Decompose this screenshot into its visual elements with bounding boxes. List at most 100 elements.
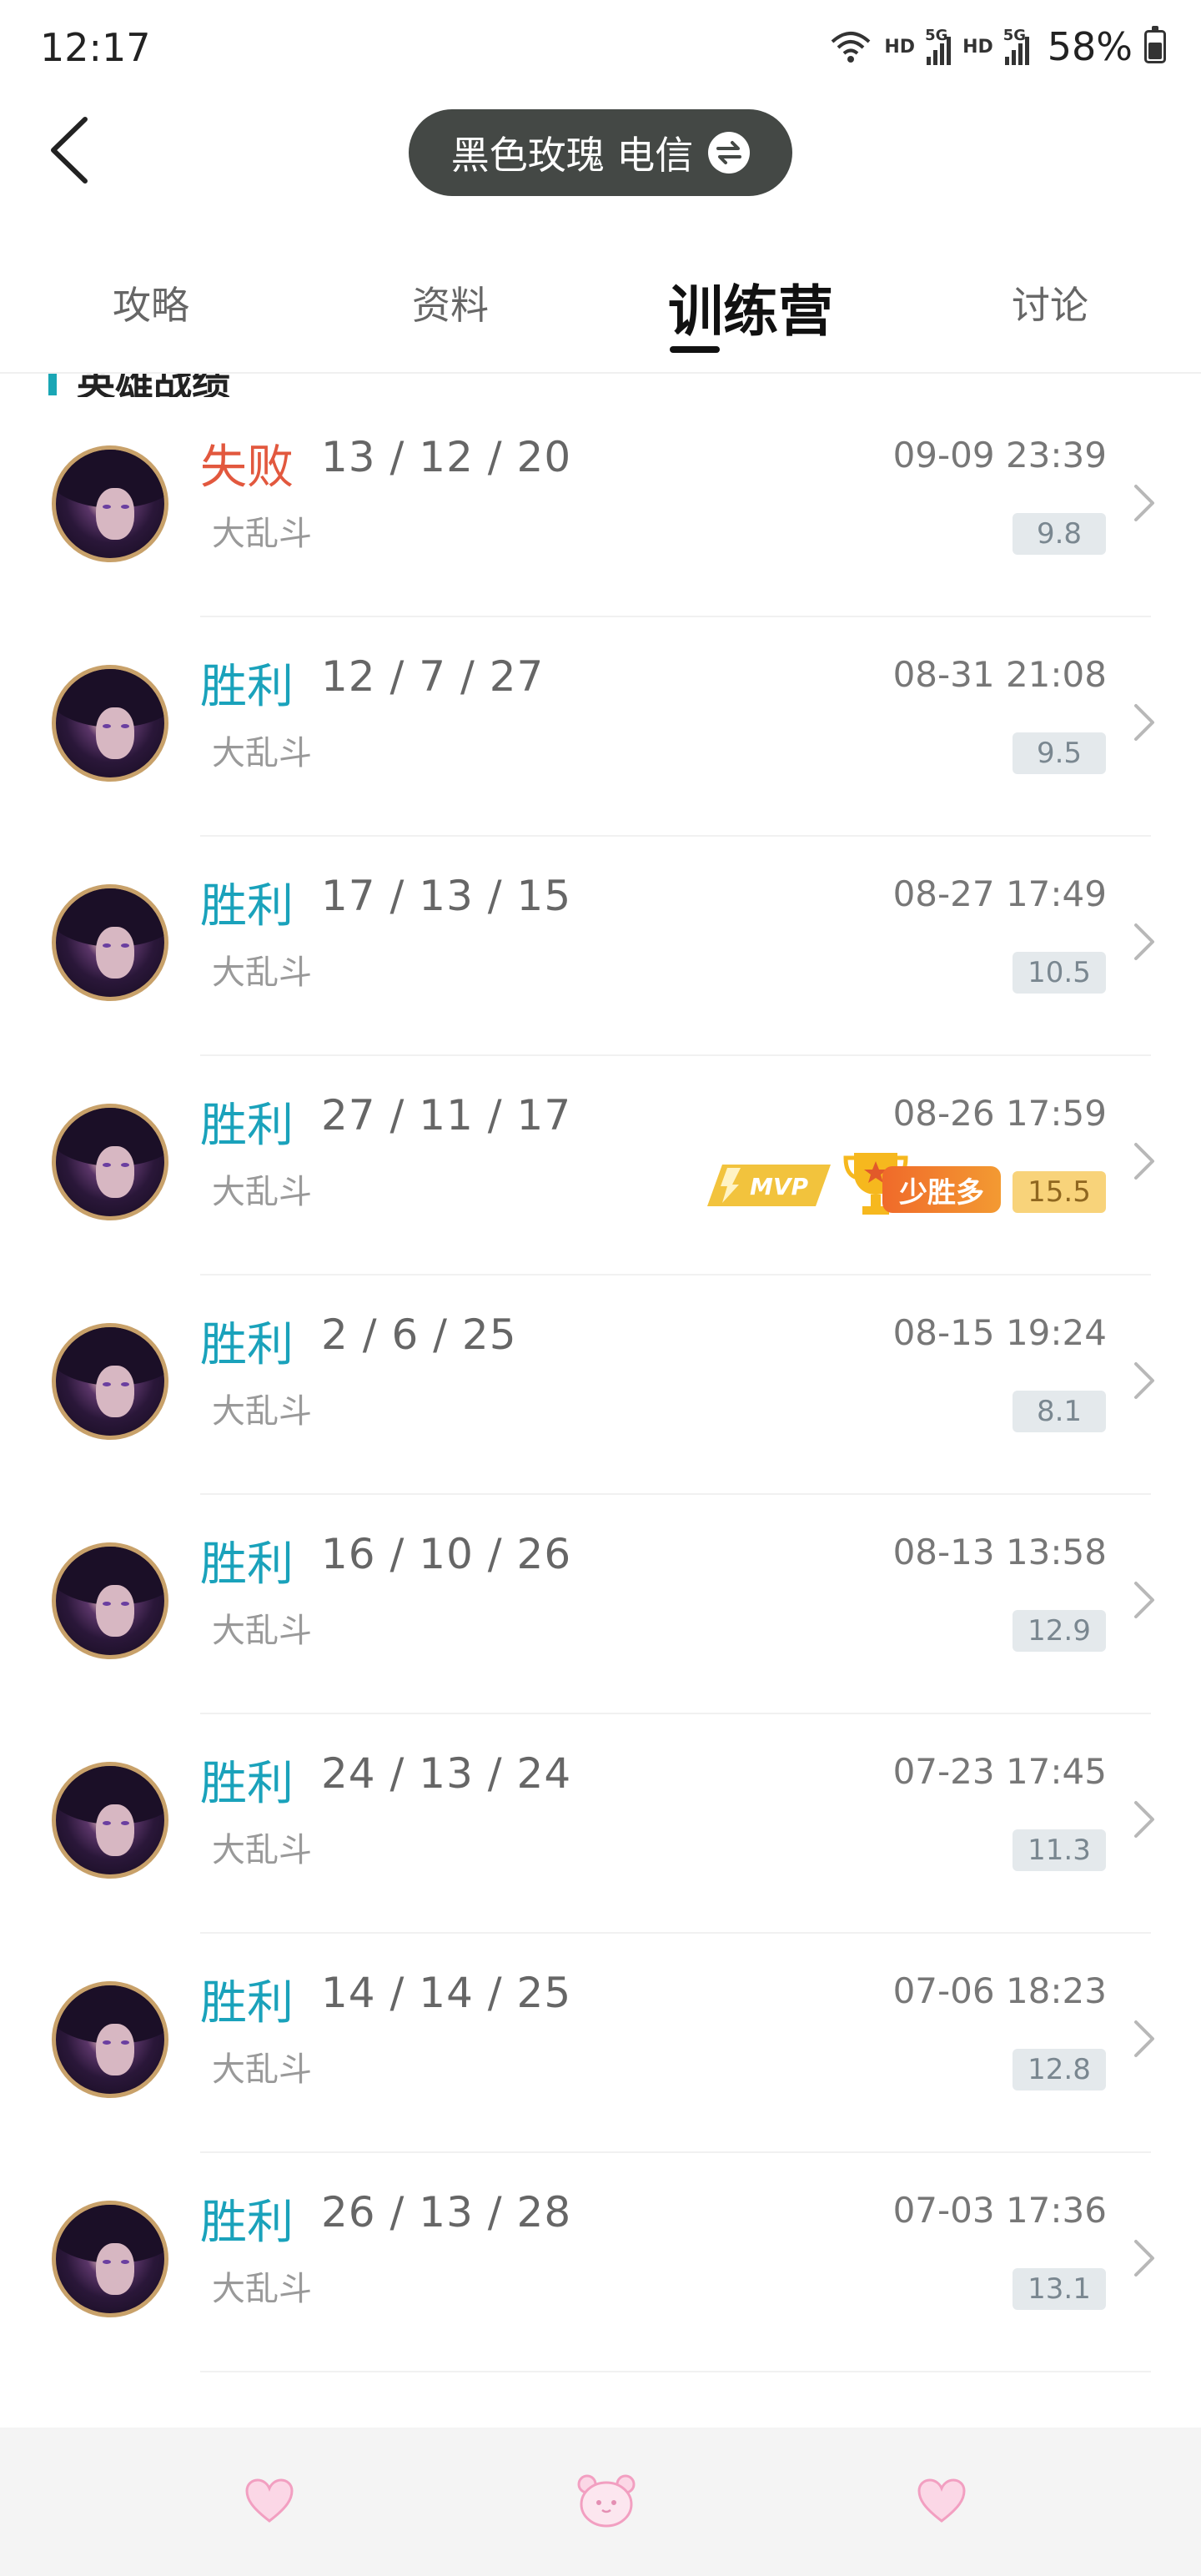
match-kda: 13 / 12 / 20 bbox=[321, 433, 572, 481]
match-score-badge: 12.9 bbox=[1013, 1610, 1106, 1652]
chevron-right-icon bbox=[1134, 1801, 1154, 1838]
champion-avatar bbox=[52, 445, 168, 562]
section-accent-bar bbox=[48, 374, 57, 395]
champion-avatar bbox=[52, 1323, 168, 1440]
match-row[interactable]: 胜利 2 / 6 / 25 08-15 19:24 大乱斗 8.1 bbox=[0, 1275, 1201, 1495]
match-score-badge: 12.8 bbox=[1013, 2049, 1106, 2090]
signal-icon: 5G bbox=[925, 27, 952, 65]
battery-icon bbox=[1144, 26, 1166, 63]
hd-label: HD bbox=[962, 36, 993, 58]
chevron-right-icon bbox=[1134, 485, 1154, 521]
match-kda: 17 / 13 / 15 bbox=[321, 872, 572, 920]
champion-avatar bbox=[52, 1762, 168, 1879]
match-datetime: 09-09 23:39 bbox=[892, 435, 1107, 475]
match-datetime: 08-26 17:59 bbox=[892, 1093, 1107, 1134]
match-datetime: 07-23 17:45 bbox=[892, 1751, 1107, 1792]
match-kda: 2 / 6 / 25 bbox=[321, 1311, 517, 1359]
chevron-right-icon bbox=[1134, 923, 1154, 960]
back-button[interactable] bbox=[42, 113, 100, 188]
match-datetime: 08-27 17:49 bbox=[892, 873, 1107, 914]
match-row[interactable]: 胜利 27 / 11 / 17 08-26 17:59 大乱斗 15.5 MVP… bbox=[0, 1056, 1201, 1275]
match-row[interactable]: 胜利 16 / 10 / 26 08-13 13:58 大乱斗 12.9 bbox=[0, 1495, 1201, 1714]
match-row[interactable]: 胜利 24 / 13 / 24 07-23 17:45 大乱斗 11.3 bbox=[0, 1714, 1201, 1934]
tab-profile[interactable]: 资料 bbox=[412, 275, 489, 330]
match-score-badge: 11.3 bbox=[1013, 1829, 1106, 1871]
match-score-badge: 9.8 bbox=[1013, 513, 1106, 555]
match-kda: 26 / 13 / 28 bbox=[321, 2188, 572, 2236]
match-datetime: 07-03 17:36 bbox=[892, 2190, 1107, 2231]
few-wins-label: 少胜多 bbox=[882, 1166, 1001, 1213]
tab-guide[interactable]: 攻略 bbox=[113, 275, 189, 330]
tab-training-camp[interactable]: 训练营 bbox=[668, 267, 833, 347]
match-mode: 大乱斗 bbox=[212, 1831, 312, 1869]
tab-bar: 攻略 资料 训练营 讨论 bbox=[0, 242, 1201, 359]
chevron-right-icon bbox=[1134, 2240, 1154, 2277]
match-score-badge: 13.1 bbox=[1013, 2268, 1106, 2310]
wifi-icon bbox=[832, 32, 871, 63]
status-time: 12:17 bbox=[40, 25, 151, 70]
bear-icon[interactable] bbox=[575, 2471, 637, 2533]
mvp-label: MVP bbox=[750, 1173, 809, 1200]
network-label: 5G bbox=[1003, 27, 1027, 44]
match-row[interactable]: 胜利 12 / 7 / 27 08-31 21:08 大乱斗 9.5 bbox=[0, 617, 1201, 837]
match-result: 胜利 bbox=[200, 660, 294, 714]
battery-percentage: 58% bbox=[1047, 24, 1133, 69]
match-score-badge: 10.5 bbox=[1013, 952, 1106, 994]
champion-avatar bbox=[52, 1542, 168, 1659]
match-result: 胜利 bbox=[200, 1537, 294, 1592]
match-result: 胜利 bbox=[200, 1757, 294, 1811]
match-row[interactable]: 胜利 26 / 13 / 28 07-03 17:36 大乱斗 13.1 bbox=[0, 2153, 1201, 2372]
match-row[interactable]: 胜利 17 / 13 / 15 08-27 17:49 大乱斗 10.5 bbox=[0, 837, 1201, 1056]
match-mode: 大乱斗 bbox=[212, 734, 312, 772]
match-mode: 大乱斗 bbox=[212, 1173, 312, 1211]
active-tab-indicator bbox=[670, 346, 720, 353]
match-datetime: 07-06 18:23 bbox=[892, 1970, 1107, 2011]
hd-label: HD bbox=[884, 36, 916, 58]
match-score-badge: 8.1 bbox=[1013, 1391, 1106, 1432]
account-name: 黑色玫瑰 电信 bbox=[450, 133, 694, 178]
match-kda: 16 / 10 / 26 bbox=[321, 1530, 572, 1578]
match-result: 胜利 bbox=[200, 1099, 294, 1153]
match-row[interactable]: 胜利 14 / 14 / 25 07-06 18:23 大乱斗 12.8 bbox=[0, 1934, 1201, 2153]
match-result: 胜利 bbox=[200, 1976, 294, 2030]
match-result: 失败 bbox=[200, 440, 294, 495]
chevron-right-icon bbox=[1134, 1143, 1154, 1180]
chevron-right-icon bbox=[1134, 704, 1154, 741]
chevron-left-icon bbox=[51, 117, 88, 184]
row-divider bbox=[200, 2371, 1151, 2372]
tab-discussion[interactable]: 讨论 bbox=[1012, 275, 1088, 330]
match-mode: 大乱斗 bbox=[212, 2270, 312, 2308]
match-score-badge: 15.5 bbox=[1013, 1171, 1106, 1213]
swap-icon bbox=[708, 132, 751, 174]
match-result: 胜利 bbox=[200, 2196, 294, 2250]
match-mode: 大乱斗 bbox=[212, 515, 312, 553]
chevron-right-icon bbox=[1134, 2020, 1154, 2057]
champion-avatar bbox=[52, 1104, 168, 1220]
match-result: 胜利 bbox=[200, 1318, 294, 1372]
match-datetime: 08-13 13:58 bbox=[892, 1532, 1107, 1572]
match-mode: 大乱斗 bbox=[212, 1392, 312, 1431]
match-kda: 27 / 11 / 17 bbox=[321, 1091, 572, 1140]
section-header: 英雄战绩 bbox=[0, 374, 1201, 397]
champion-avatar bbox=[52, 665, 168, 782]
network-label: 5G bbox=[925, 27, 948, 44]
champion-avatar bbox=[52, 1981, 168, 2098]
match-row[interactable]: 失败 13 / 12 / 20 09-09 23:39 大乱斗 9.8 bbox=[0, 398, 1201, 617]
signal-icon: 5G bbox=[1003, 27, 1029, 65]
champion-avatar bbox=[52, 2201, 168, 2317]
match-datetime: 08-15 19:24 bbox=[892, 1312, 1107, 1353]
match-result: 胜利 bbox=[200, 879, 294, 933]
few-wins-badge: 少胜多 bbox=[842, 1150, 1001, 1218]
heart-icon[interactable] bbox=[916, 2478, 967, 2528]
match-kda: 24 / 13 / 24 bbox=[321, 1749, 572, 1798]
match-datetime: 08-31 21:08 bbox=[892, 654, 1107, 695]
chevron-right-icon bbox=[1134, 1582, 1154, 1618]
match-mode: 大乱斗 bbox=[212, 2050, 312, 2089]
heart-icon[interactable] bbox=[244, 2478, 295, 2528]
match-kda: 14 / 14 / 25 bbox=[321, 1969, 572, 2017]
match-score-badge: 9.5 bbox=[1013, 732, 1106, 774]
section-title: 英雄战绩 bbox=[77, 374, 230, 397]
mvp-badge: MVP bbox=[707, 1156, 831, 1215]
account-switcher[interactable]: 黑色玫瑰 电信 bbox=[409, 109, 792, 196]
bottom-bar bbox=[0, 2428, 1201, 2576]
